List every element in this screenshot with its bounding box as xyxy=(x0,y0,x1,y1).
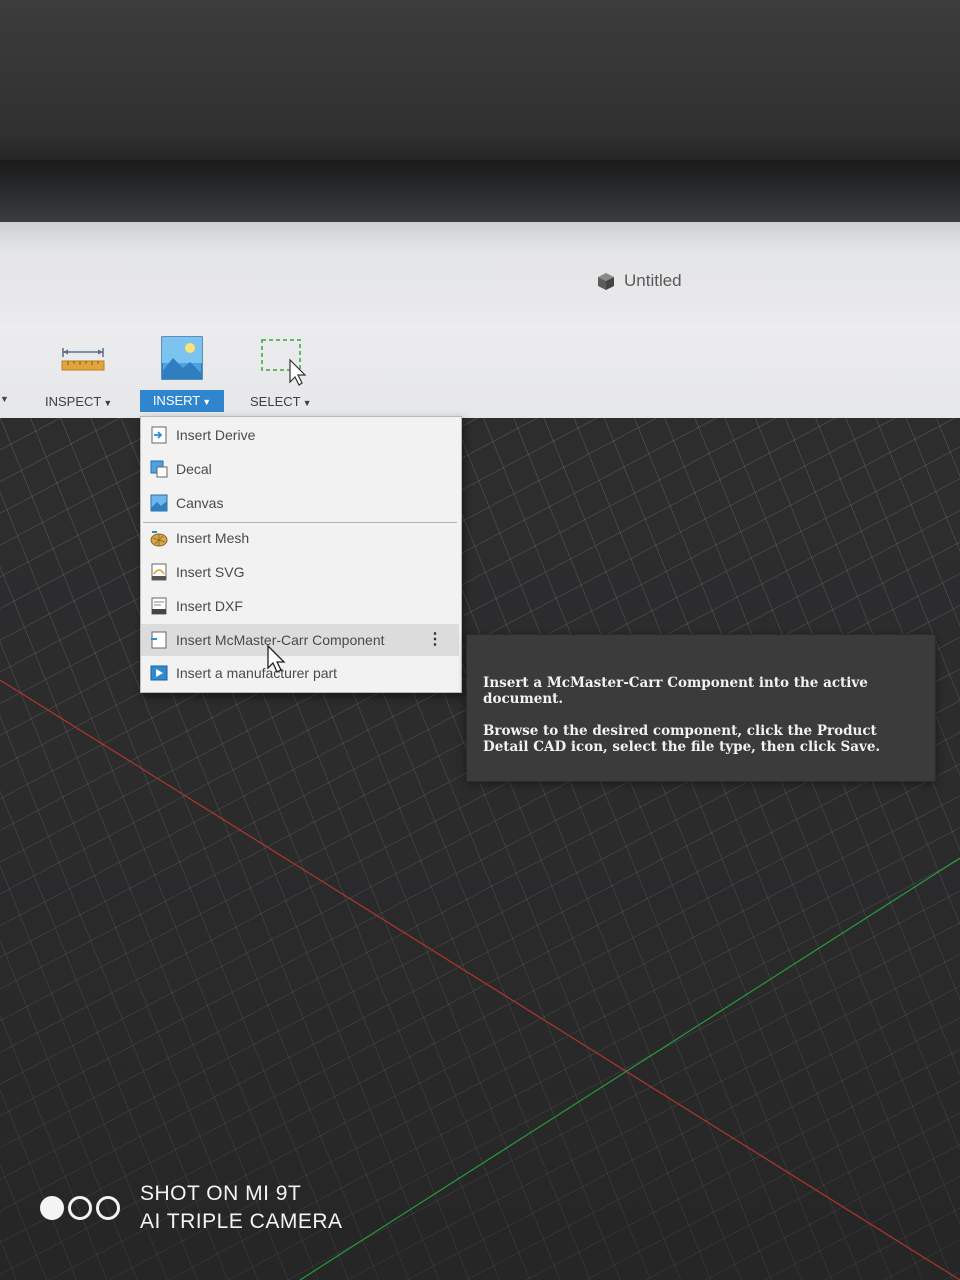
decal-icon xyxy=(150,460,168,478)
tooltip-line-1: Insert a McMaster-Carr Component into th… xyxy=(483,675,868,707)
mcmaster-icon xyxy=(151,631,167,649)
insert-mesh-icon xyxy=(150,531,168,547)
insert-menu-button[interactable]: INSERT ▼ xyxy=(140,390,224,412)
menu-item-manufacturer-part[interactable]: Insert a manufacturer part xyxy=(141,657,459,689)
monitor-bezel-edge xyxy=(0,160,960,222)
select-tool[interactable]: SELECT ▼ xyxy=(240,322,330,418)
menu-item-label: Insert DXF xyxy=(176,598,243,614)
camera-lens-icon xyxy=(40,1196,124,1220)
canvas-icon xyxy=(150,494,168,512)
document-title-text: Untitled xyxy=(624,271,682,290)
select-label[interactable]: SELECT ▼ xyxy=(250,394,312,409)
camera-watermark: SHOT ON MI 9T AI TRIPLE CAMERA xyxy=(40,1180,343,1236)
watermark-line-1: SHOT ON MI 9T xyxy=(140,1182,302,1205)
menu-item-label: Insert Mesh xyxy=(176,530,250,546)
document-title: Untitled xyxy=(596,268,682,294)
manufacturer-part-icon xyxy=(150,665,168,681)
select-icon xyxy=(261,339,307,386)
menu-item-label: Decal xyxy=(176,461,212,477)
more-options-icon[interactable]: ⋮ xyxy=(427,632,443,648)
insert-svg-icon xyxy=(151,563,167,581)
insert-tool[interactable]: INSERT ▼ xyxy=(140,322,226,418)
caret-down-icon: ▼ xyxy=(302,398,312,408)
menu-item-label: Insert SVG xyxy=(176,564,245,580)
mouse-cursor-icon xyxy=(267,644,286,673)
insert-derive-icon xyxy=(151,426,167,444)
menu-item-label: Insert a manufacturer part xyxy=(176,665,338,681)
caret-down-icon: ▼ xyxy=(103,398,113,408)
menu-item-insert-dxf[interactable]: Insert DXF xyxy=(141,590,459,622)
insert-image-icon xyxy=(161,336,203,380)
menu-item-label: Insert Derive xyxy=(176,427,256,443)
menu-item-insert-derive[interactable]: Insert Derive xyxy=(141,419,459,451)
watermark-line-2: AI TRIPLE CAMERA xyxy=(140,1210,343,1233)
measure-icon xyxy=(61,348,105,371)
inspect-label[interactable]: INSPECT ▼ xyxy=(45,394,112,409)
menu-item-decal[interactable]: Decal xyxy=(141,453,459,485)
insert-dropdown-menu: Insert Derive Decal Canvas Insert Mesh I… xyxy=(140,416,462,693)
tooltip-line-2: Browse to the desired component, click t… xyxy=(483,723,881,755)
caret-down-icon[interactable]: ▼ xyxy=(0,394,9,404)
caret-down-icon: ▼ xyxy=(202,397,212,407)
menu-item-canvas[interactable]: Canvas xyxy=(141,487,459,519)
title-bar xyxy=(0,222,960,322)
menu-item-insert-svg[interactable]: Insert SVG xyxy=(141,556,459,588)
document-cube-icon xyxy=(598,273,614,290)
inspect-tool[interactable]: INSPECT ▼ xyxy=(40,322,130,418)
menu-item-insert-mesh[interactable]: Insert Mesh xyxy=(141,522,459,554)
menu-item-label: Canvas xyxy=(176,495,224,511)
insert-dxf-icon xyxy=(151,597,167,615)
menu-item-insert-mcmaster-carr[interactable]: Insert McMaster-Carr Component ⋮ xyxy=(141,624,459,656)
mcmaster-tooltip: Insert a McMaster-Carr Component into th… xyxy=(466,634,936,782)
